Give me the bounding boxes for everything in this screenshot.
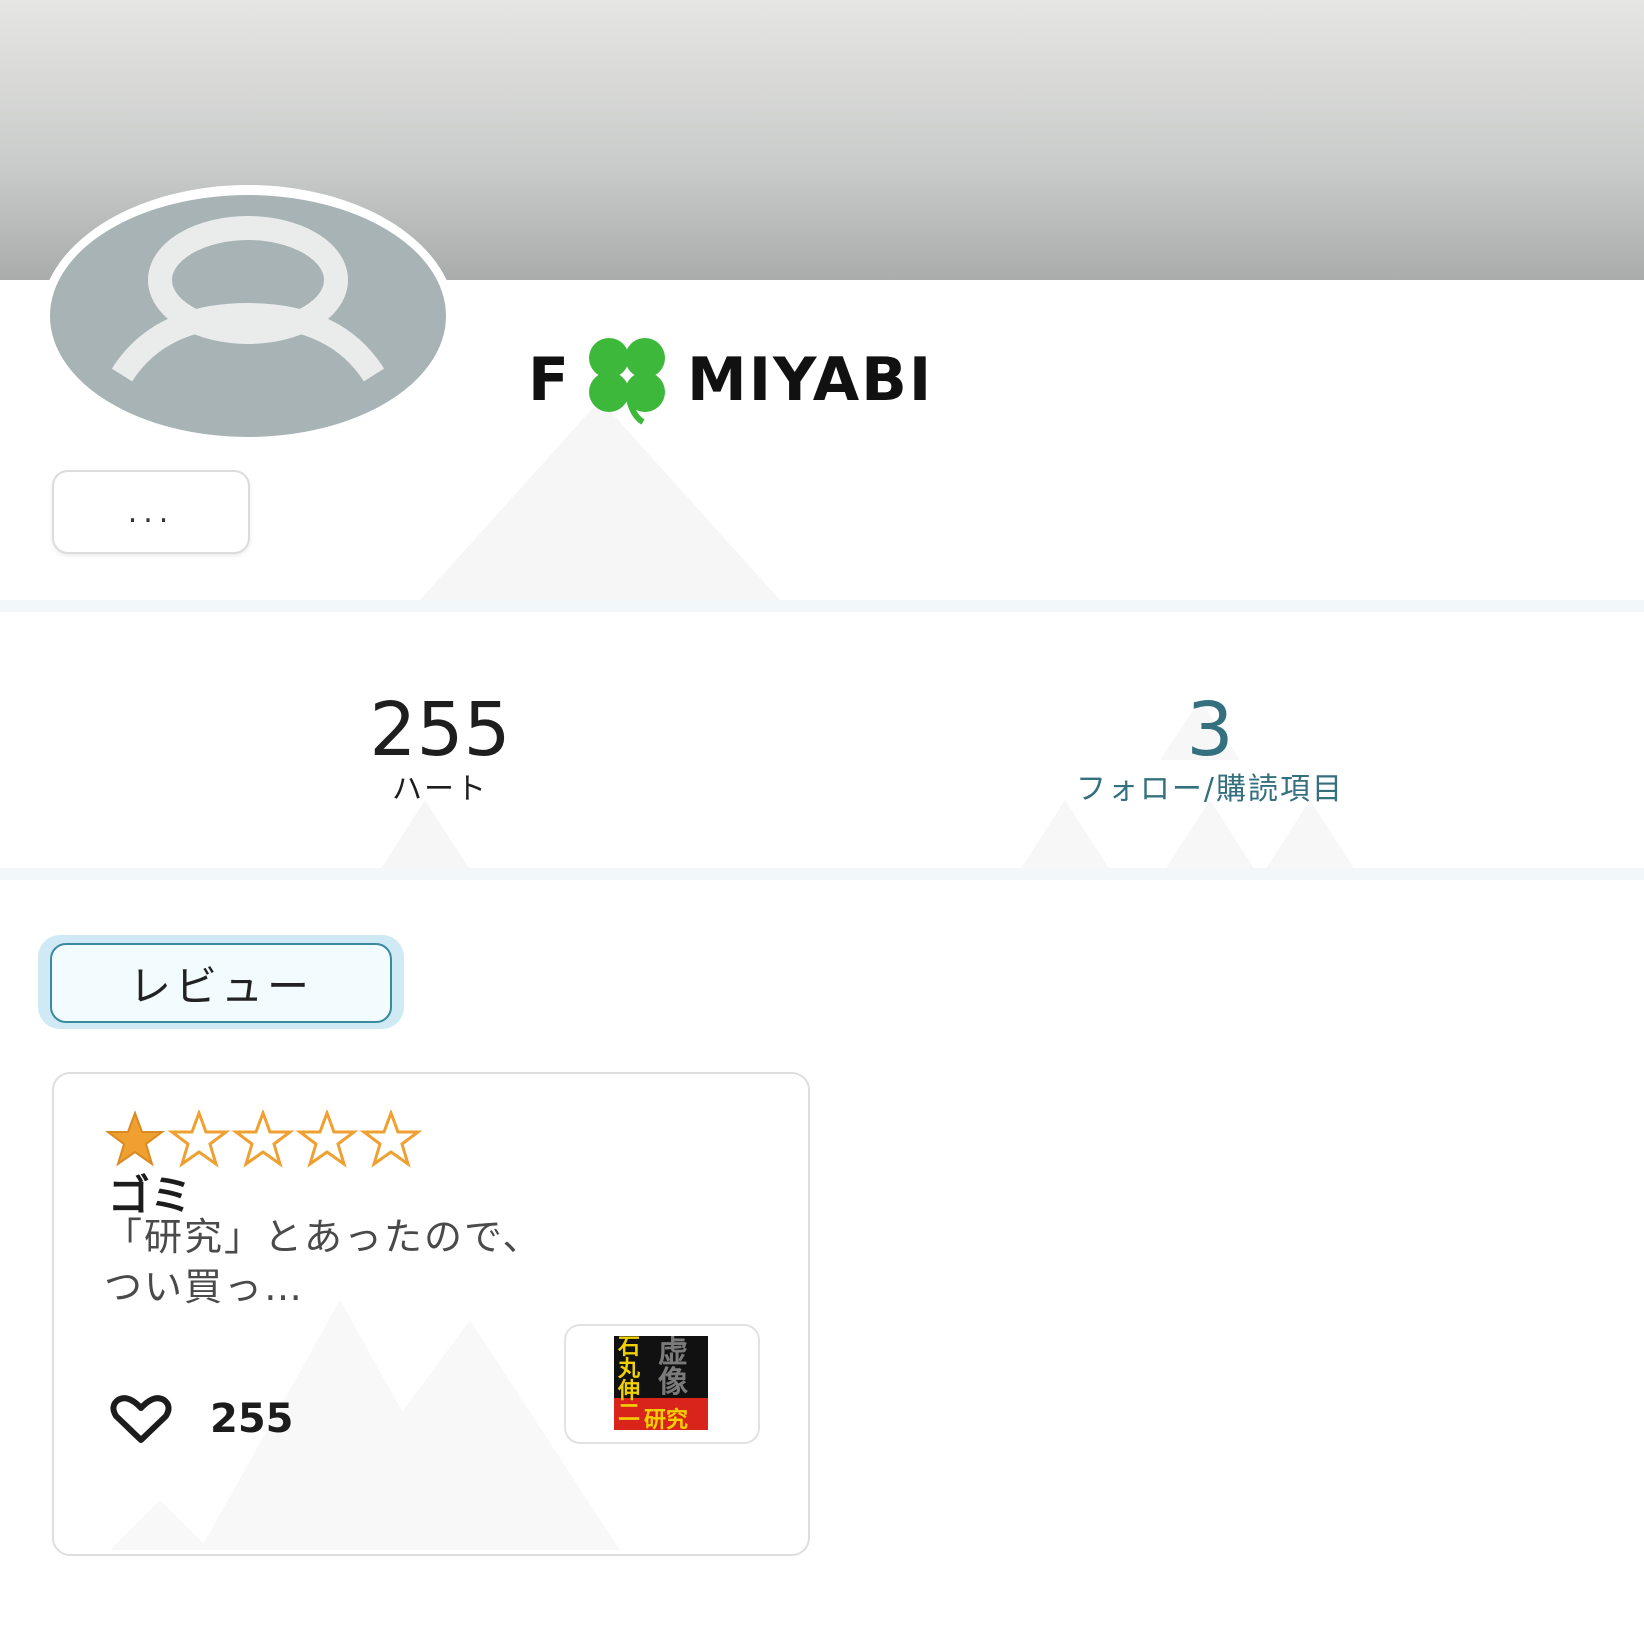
profile-brand-name: F MIYABI [528, 338, 934, 425]
more-options-label: ... [127, 494, 175, 530]
clover-icon [589, 338, 665, 425]
star-empty-icon [168, 1110, 230, 1168]
avatar[interactable] [50, 195, 446, 437]
hearts-stat: 255 ハート [330, 690, 550, 810]
star-empty-icon [296, 1110, 358, 1168]
section-divider [0, 600, 1644, 612]
star-filled-icon [105, 1110, 165, 1167]
user-icon [111, 216, 385, 382]
book-thumbnail[interactable]: 石丸伸二 虚像 研究 [564, 1324, 760, 1444]
section-divider [0, 868, 1644, 880]
tab-reviews[interactable]: レビュー [50, 943, 392, 1023]
tab-reviews-focus-ring: レビュー [38, 935, 404, 1029]
brand-name-left: F [528, 345, 571, 415]
follow-stat-link[interactable]: 3 フォロー/購読項目 [1010, 690, 1410, 810]
book-cover-main-title: 虚像 [658, 1336, 688, 1400]
like-count: 255 [210, 1396, 294, 1442]
star-empty-icon [360, 1110, 422, 1168]
review-excerpt: 「研究」とあったので、つい買っ… [104, 1215, 543, 1309]
heart-icon [110, 1395, 172, 1443]
book-cover-image: 石丸伸二 虚像 研究 [614, 1336, 708, 1430]
book-cover-vertical-title: 石丸伸二 [618, 1336, 641, 1426]
like-button[interactable]: 255 [108, 1394, 294, 1444]
hearts-count: 255 [369, 687, 511, 773]
star-rating [104, 1110, 422, 1168]
hearts-label: ハート [392, 772, 488, 807]
star-empty-icon [232, 1110, 294, 1168]
brand-name-right: MIYABI [687, 345, 934, 415]
review-card[interactable]: ゴミ 「研究」とあったので、つい買っ… 255 石丸伸二 虚像 研究 [52, 1072, 810, 1556]
follow-count: 3 [1186, 687, 1234, 773]
book-cover-sub-title: 研究 [644, 1407, 689, 1430]
follow-label: フォロー/購読項目 [1075, 772, 1345, 807]
tab-reviews-label: レビュー [128, 961, 313, 1011]
more-options-button[interactable]: ... [52, 470, 250, 554]
